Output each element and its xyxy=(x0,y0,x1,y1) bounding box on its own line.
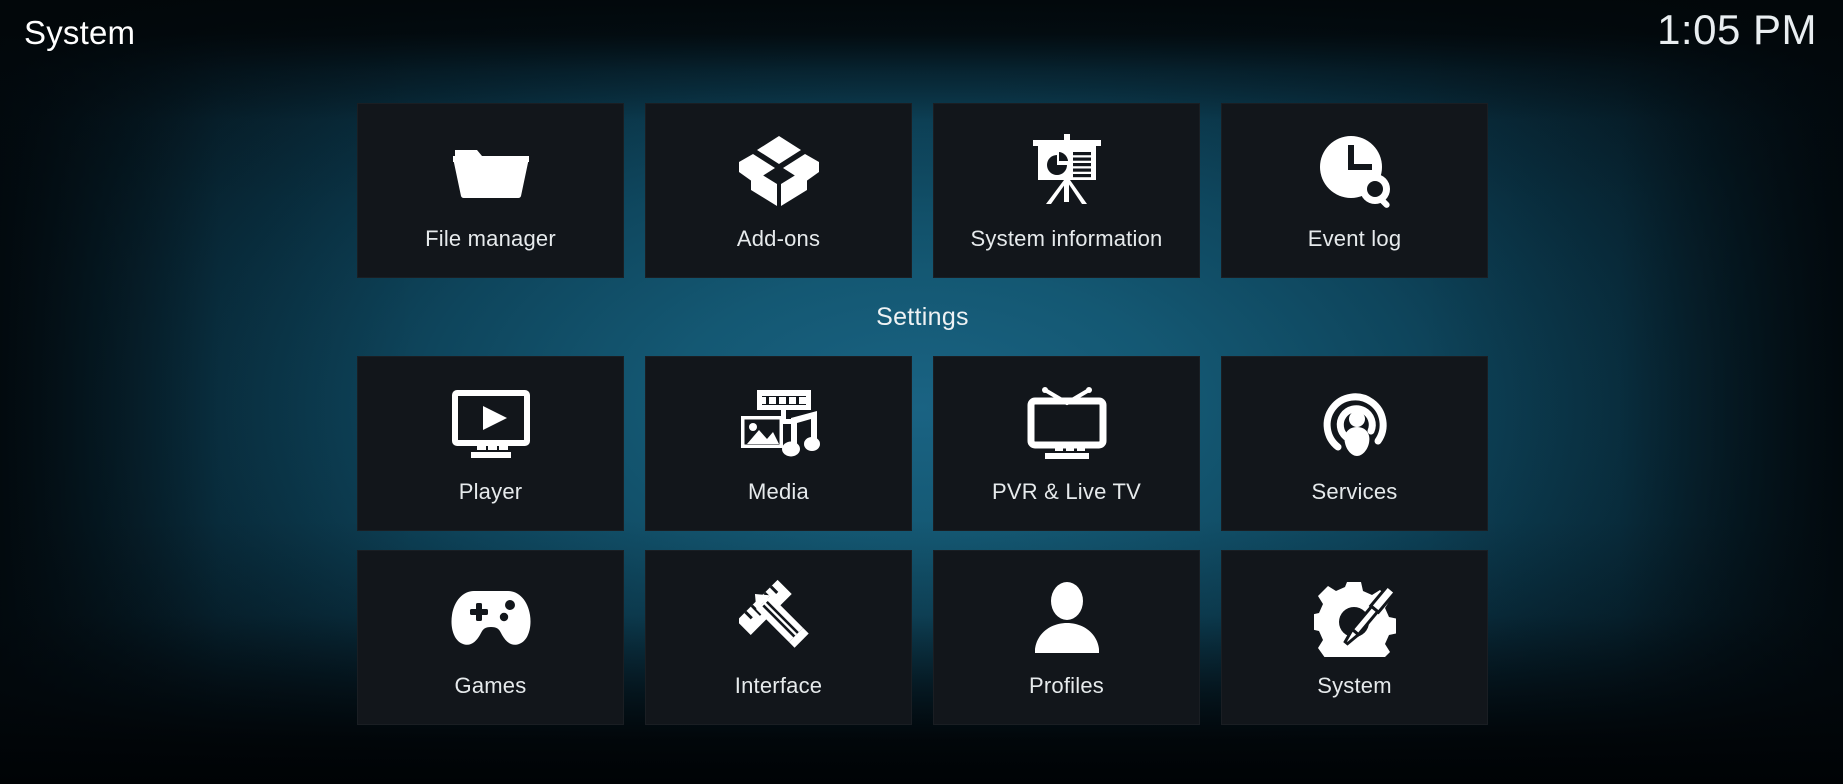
tile-interface[interactable]: Interface xyxy=(645,550,912,725)
tile-event-log[interactable]: Event log xyxy=(1221,103,1488,278)
tile-label: System xyxy=(1317,673,1392,698)
tile-label: Games xyxy=(454,673,527,698)
tile-pvr-live-tv[interactable]: PVR & Live TV xyxy=(933,356,1200,531)
tile-label: Player xyxy=(458,479,523,504)
kodi-system-screen: System 1:05 PM File manager Add-ons Syst… xyxy=(0,0,1843,784)
tv-antenna-icon xyxy=(1021,384,1113,464)
tile-label: System information xyxy=(970,226,1163,251)
tile-label: Interface xyxy=(734,673,823,698)
tile-grid: File manager Add-ons System information … xyxy=(357,103,1488,725)
settings-group-heading: Settings xyxy=(876,302,969,331)
tile-label: Event log xyxy=(1307,226,1402,251)
tile-label: File manager xyxy=(425,226,556,251)
tile-label: Media xyxy=(748,479,809,504)
tile-player[interactable]: Player xyxy=(357,356,624,531)
tile-services[interactable]: Services xyxy=(1221,356,1488,531)
tile-add-ons[interactable]: Add-ons xyxy=(645,103,912,278)
tile-label: PVR & Live TV xyxy=(992,479,1141,504)
tile-system[interactable]: System xyxy=(1221,550,1488,725)
page-title: System xyxy=(24,14,136,51)
tile-label: Services xyxy=(1311,479,1398,504)
top-bar: System 1:05 PM xyxy=(0,0,1843,70)
podcast-broadcast-icon xyxy=(1309,384,1401,464)
tile-row-settings-1: Player Media PVR & Live TV Services xyxy=(357,356,1488,531)
tile-label: Profiles xyxy=(1029,673,1104,698)
gamepad-icon xyxy=(445,578,537,658)
tile-system-information[interactable]: System information xyxy=(933,103,1200,278)
row-spacer xyxy=(357,531,1488,550)
tile-media[interactable]: Media xyxy=(645,356,912,531)
tile-file-manager[interactable]: File manager xyxy=(357,103,624,278)
clock-search-icon xyxy=(1309,131,1401,211)
clock: 1:05 PM xyxy=(1657,6,1817,53)
tile-games[interactable]: Games xyxy=(357,550,624,725)
open-box-icon xyxy=(733,131,825,211)
tile-row-utilities: File manager Add-ons System information … xyxy=(357,103,1488,278)
person-icon xyxy=(1021,578,1113,658)
pencil-ruler-icon xyxy=(733,578,825,658)
monitor-play-icon xyxy=(445,384,537,464)
tile-row-settings-2: Games Interface Profiles System xyxy=(357,550,1488,725)
presentation-chart-icon xyxy=(1021,131,1113,211)
folder-icon xyxy=(445,131,537,211)
film-photo-music-icon xyxy=(733,384,825,464)
tile-label: Add-ons xyxy=(736,226,821,251)
tile-profiles[interactable]: Profiles xyxy=(933,550,1200,725)
gear-tools-icon xyxy=(1309,578,1401,658)
